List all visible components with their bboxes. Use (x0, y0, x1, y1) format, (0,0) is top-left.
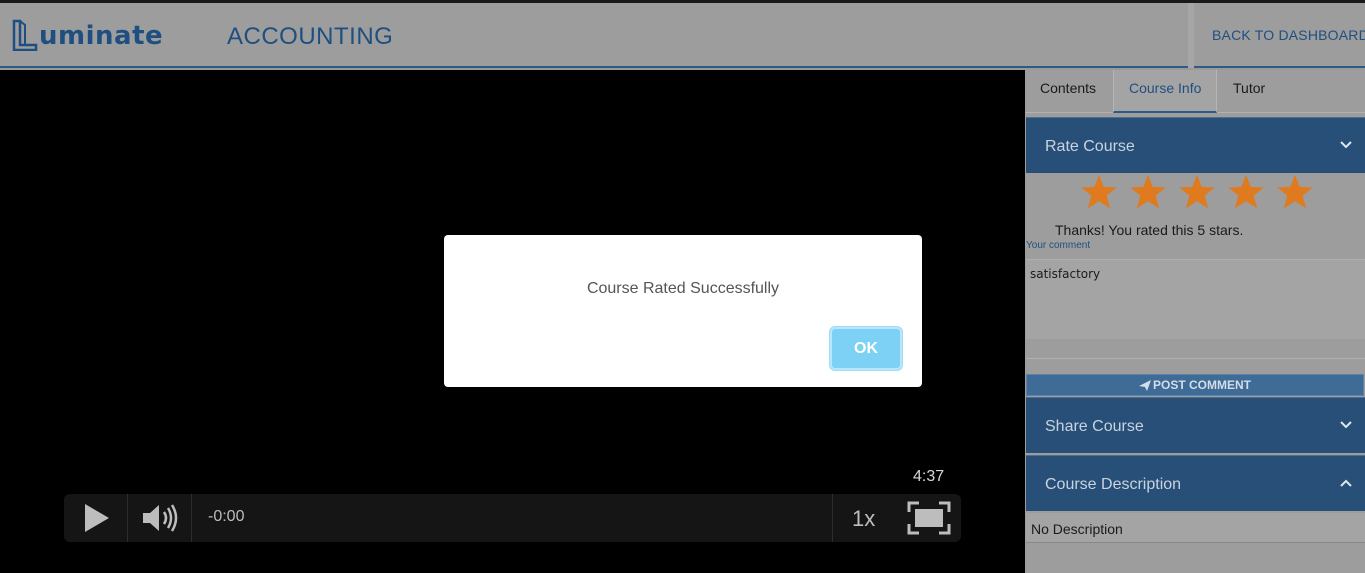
course-description-title: Course Description (1045, 476, 1182, 493)
tab-contents[interactable]: Contents (1040, 70, 1096, 113)
star-icon[interactable] (1080, 174, 1118, 210)
star-icon[interactable] (1227, 174, 1265, 210)
rate-course-title: Rate Course (1045, 138, 1135, 155)
time-remaining: -0:00 (208, 508, 245, 525)
chevron-down-icon (1340, 421, 1352, 429)
post-comment-label: POST COMMENT (1153, 378, 1251, 392)
control-separator (191, 494, 192, 542)
ok-button[interactable]: OK (830, 327, 902, 370)
play-icon (84, 504, 109, 532)
share-course-header[interactable]: Share Course (1026, 397, 1365, 453)
star-rating (1080, 174, 1325, 210)
chevron-up-icon (1340, 479, 1352, 487)
dialog-message: Course Rated Successfully (586, 280, 780, 297)
share-course-title: Share Course (1045, 418, 1144, 435)
rate-course-header[interactable]: Rate Course (1026, 117, 1365, 173)
logo-text: uminate (39, 21, 164, 51)
post-comment-button[interactable]: POST COMMENT (1026, 374, 1364, 396)
play-button[interactable] (64, 494, 127, 542)
chevron-down-icon (1340, 141, 1352, 149)
control-separator (832, 494, 833, 542)
duration-label: 4:37 (913, 468, 945, 485)
playback-speed-button[interactable]: 1x (852, 506, 875, 532)
page-title: ACCOUNTING (227, 23, 394, 50)
comment-label: Your comment (1026, 240, 1091, 251)
tab-tutor[interactable]: Tutor (1233, 70, 1265, 113)
tab-course-info[interactable]: Course Info (1113, 70, 1217, 113)
back-container: BACK TO DASHBOARD (1188, 3, 1365, 68)
star-icon[interactable] (1129, 174, 1167, 210)
star-icon[interactable] (1178, 174, 1216, 210)
sidebar: Contents Course Info Tutor Rate Course T… (1025, 70, 1365, 573)
send-icon (1139, 379, 1151, 391)
fullscreen-icon (907, 501, 951, 535)
logo[interactable]: uminate (12, 19, 163, 51)
volume-icon (142, 504, 177, 532)
back-to-dashboard-button[interactable]: BACK TO DASHBOARD (1212, 27, 1365, 43)
comment-textarea[interactable]: satisfactory (1026, 259, 1365, 339)
course-description-text: No Description (1026, 513, 1365, 543)
header: uminate ACCOUNTING BACK TO DASHBOARD (0, 3, 1365, 68)
fullscreen-button[interactable] (899, 494, 959, 542)
star-icon[interactable] (1276, 174, 1314, 210)
course-description-header[interactable]: Course Description (1026, 455, 1365, 511)
player-controls: -0:00 1x (64, 494, 961, 542)
rating-confirmation: Thanks! You rated this 5 stars. (1055, 222, 1244, 238)
divider (1026, 358, 1365, 359)
tab-bar: Contents Course Info Tutor (1025, 70, 1365, 113)
volume-button[interactable] (128, 494, 191, 542)
logo-mark-icon (12, 19, 38, 51)
